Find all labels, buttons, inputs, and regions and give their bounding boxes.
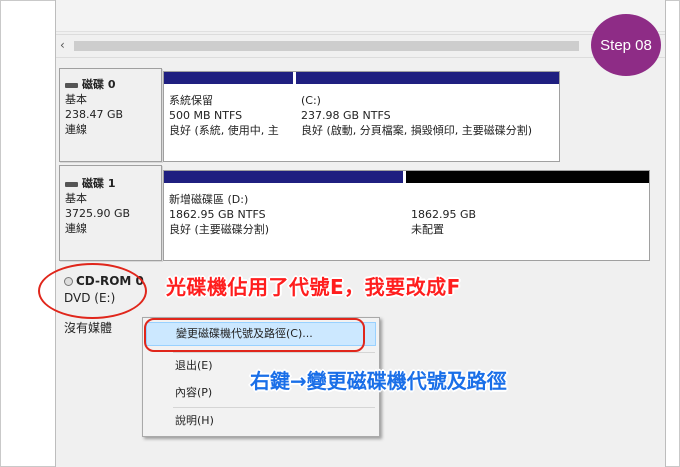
- highlight-oval-cdrom: [38, 263, 147, 319]
- disk-status: 連線: [65, 222, 87, 235]
- disk-type: 基本: [65, 93, 87, 106]
- partition-status: 良好 (系統, 使用中, 主: [169, 124, 279, 137]
- annotation-red-text: 光碟機佔用了代號E，我要改成F: [166, 275, 461, 299]
- scroll-thumb[interactable]: [74, 41, 579, 51]
- disk-icon: [65, 181, 78, 187]
- menu-item-help[interactable]: 說明(H): [143, 409, 379, 433]
- partition-bar: [296, 72, 559, 84]
- disk-size: 3725.90 GB: [65, 207, 131, 220]
- highlight-rect-menu-item: [144, 318, 365, 352]
- disk-status: 沒有媒體: [64, 321, 113, 335]
- partition-unallocated[interactable]: 1862.95 GB 未配置: [406, 171, 649, 260]
- partition-system-reserved[interactable]: 系統保留 500 MB NTFS 良好 (系統, 使用中, 主: [164, 72, 293, 161]
- disk-type: 基本: [65, 192, 87, 205]
- partition-size: 500 MB NTFS: [169, 109, 243, 122]
- partition-status: 良好 (啟動, 分頁檔案, 損毀傾印, 主要磁碟分割): [301, 124, 533, 137]
- horizontal-scrollbar[interactable]: ‹: [56, 34, 665, 58]
- disk-status: 連線: [65, 123, 87, 136]
- partition-bar: [164, 72, 293, 84]
- disk-name: 磁碟 0: [82, 78, 116, 91]
- annotation-blue-text: 右鍵→變更磁碟機代號及路徑: [250, 369, 507, 393]
- disk-name: 磁碟 1: [82, 177, 116, 190]
- volume-list-area: [56, 0, 665, 32]
- partition-status: 良好 (主要磁碟分割): [169, 223, 270, 236]
- partition-bar: [406, 171, 649, 183]
- menu-separator: [173, 352, 375, 353]
- partition-name: 新增磁碟區 (D:): [169, 193, 249, 206]
- disk-icon: [65, 82, 78, 88]
- disk-0-partitions: 系統保留 500 MB NTFS 良好 (系統, 使用中, 主 (C:) 237…: [163, 71, 560, 162]
- disk-size: 238.47 GB: [65, 108, 124, 121]
- partition-name: (C:): [301, 94, 321, 107]
- partition-d[interactable]: 新增磁碟區 (D:) 1862.95 GB NTFS 良好 (主要磁碟分割): [164, 171, 403, 260]
- partition-name: 系統保留: [169, 94, 213, 107]
- partition-size: 1862.95 GB: [411, 208, 477, 221]
- partition-bar: [164, 171, 403, 183]
- disk-0-label-box[interactable]: 磁碟 0 基本 238.47 GB 連線: [59, 68, 162, 162]
- scroll-left-icon[interactable]: ‹: [60, 38, 65, 52]
- step-badge: Step 08: [591, 14, 661, 76]
- partition-c[interactable]: (C:) 237.98 GB NTFS 良好 (啟動, 分頁檔案, 損毀傾印, …: [296, 72, 559, 161]
- partition-size: 237.98 GB NTFS: [301, 109, 391, 122]
- partition-status: 未配置: [411, 223, 444, 236]
- disk-1-label-box[interactable]: 磁碟 1 基本 3725.90 GB 連線: [59, 165, 162, 261]
- partition-size: 1862.95 GB NTFS: [169, 208, 266, 221]
- disk-1-partitions: 新增磁碟區 (D:) 1862.95 GB NTFS 良好 (主要磁碟分割) 1…: [163, 170, 650, 261]
- menu-separator: [173, 407, 375, 408]
